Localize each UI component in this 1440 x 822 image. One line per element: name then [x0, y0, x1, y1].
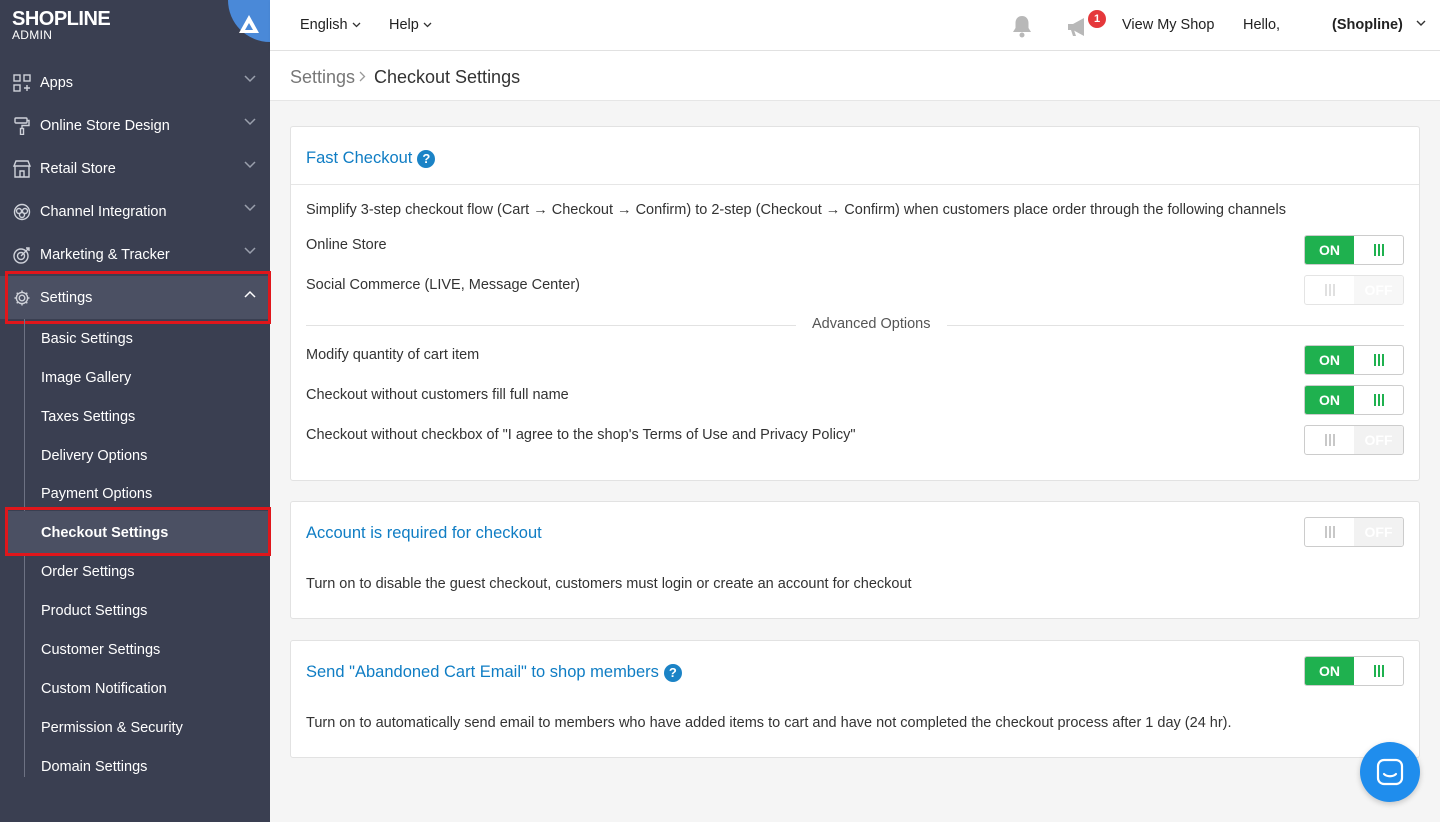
modify-quantity-toggle[interactable]: ON	[1304, 345, 1404, 375]
chevron-down-icon	[423, 22, 432, 28]
user-name[interactable]: (Shopline)	[1332, 17, 1403, 33]
card-title-text: Fast Checkout	[306, 149, 413, 167]
toggle-state: ON	[1305, 236, 1354, 264]
toggle-state: ON	[1305, 657, 1354, 685]
chat-button[interactable]	[1360, 742, 1420, 802]
toggle-grip	[1305, 518, 1354, 546]
sidebar-subitem-permission-security[interactable]: Permission & Security	[41, 708, 261, 747]
toggle-grip	[1354, 236, 1403, 264]
sidebar-item-channel-integration[interactable]: Channel Integration	[0, 190, 270, 233]
sidebar-subitem-custom-notification[interactable]: Custom Notification	[41, 669, 261, 708]
sidebar-item-marketing-tracker[interactable]: Marketing & Tracker	[0, 233, 270, 276]
channel-icon	[12, 202, 32, 222]
notification-badge: 1	[1088, 10, 1106, 28]
sidebar-subitem-order-settings[interactable]: Order Settings	[41, 552, 261, 591]
abandoned-cart-title: Send "Abandoned Cart Email" to shop memb…	[306, 663, 682, 682]
toggle-state: ON	[1305, 386, 1354, 414]
brand-logo[interactable]: SHOPLINE ADMIN	[0, 0, 270, 50]
online-store-label: Online Store	[306, 237, 387, 253]
account-required-description: Turn on to disable the guest checkout, c…	[306, 576, 912, 592]
modify-quantity-label: Modify quantity of cart item	[306, 347, 480, 363]
toggle-state: OFF	[1354, 276, 1403, 304]
brand-badge	[228, 0, 270, 42]
terms-checkbox-label: Checkout without checkbox of "I agree to…	[306, 427, 856, 443]
chevron-down-icon[interactable]	[1416, 20, 1426, 27]
fast-checkout-description: Simplify 3-step checkout flow (Cart → Ch…	[306, 202, 1286, 218]
chevron-down-icon	[244, 118, 256, 126]
sidebar-item-label: Online Store Design	[40, 117, 170, 134]
toggle-grip	[1305, 276, 1354, 304]
toggle-grip	[1305, 426, 1354, 454]
account-required-toggle[interactable]: OFF	[1304, 517, 1404, 547]
chevron-down-icon	[352, 22, 361, 28]
fast-checkout-title: Fast Checkout ?	[306, 149, 436, 168]
bell-icon[interactable]	[1011, 14, 1033, 38]
top-bar: English Help 1 View My Shop Hello, (Shop…	[270, 0, 1440, 51]
sidebar-subitem-basic-settings[interactable]: Basic Settings	[41, 319, 261, 358]
full-name-label: Checkout without customers fill full nam…	[306, 387, 569, 403]
advanced-options-label: Advanced Options	[796, 316, 947, 332]
help-dropdown[interactable]: Help	[389, 17, 432, 33]
view-my-shop-link[interactable]: View My Shop	[1122, 17, 1214, 33]
sidebar-subitem-image-gallery[interactable]: Image Gallery	[41, 358, 261, 397]
abandoned-cart-description: Turn on to automatically send email to m…	[306, 715, 1232, 731]
store-icon	[12, 159, 32, 179]
highlight-settings	[5, 271, 271, 324]
chevron-right-icon	[359, 71, 366, 82]
full-name-toggle[interactable]: ON	[1304, 385, 1404, 415]
chevron-down-icon	[244, 75, 256, 83]
advanced-options-divider: Advanced Options	[306, 316, 1404, 332]
online-store-toggle[interactable]: ON	[1304, 235, 1404, 265]
sidebar-item-label: Marketing & Tracker	[40, 246, 170, 263]
apps-icon	[12, 73, 32, 93]
brand-name: SHOPLINE	[12, 8, 111, 30]
page-title: Checkout Settings	[374, 67, 521, 87]
sidebar-subitem-domain-settings[interactable]: Domain Settings	[41, 747, 261, 786]
brand-sub: ADMIN	[12, 28, 53, 42]
card-title-text: Send "Abandoned Cart Email" to shop memb…	[306, 663, 659, 681]
chevron-down-icon	[244, 247, 256, 255]
sidebar-item-online-store-design[interactable]: Online Store Design	[0, 104, 270, 147]
sidebar: SHOPLINE ADMIN Apps Online Store Design …	[0, 0, 271, 822]
abandoned-cart-card: Send "Abandoned Cart Email" to shop memb…	[290, 640, 1420, 758]
paint-roller-icon	[12, 116, 32, 136]
chevron-down-icon	[244, 161, 256, 169]
chevron-down-icon	[244, 204, 256, 212]
highlight-checkout-settings	[5, 507, 271, 556]
target-icon	[12, 245, 32, 265]
toggle-state: OFF	[1354, 426, 1403, 454]
account-required-card: Account is required for checkout OFF Tur…	[290, 501, 1420, 619]
sidebar-item-retail-store[interactable]: Retail Store	[0, 147, 270, 190]
chat-icon	[1376, 758, 1404, 786]
toggle-grip	[1354, 386, 1403, 414]
toggle-grip	[1354, 346, 1403, 374]
toggle-grip	[1354, 657, 1403, 685]
card-divider	[291, 184, 1419, 185]
fast-checkout-card: Fast Checkout ? Simplify 3-step checkout…	[290, 126, 1420, 481]
social-commerce-toggle[interactable]: OFF	[1304, 275, 1404, 305]
breadcrumb: Settings Checkout Settings	[270, 51, 1440, 101]
sidebar-item-label: Retail Store	[40, 160, 116, 177]
sidebar-subitem-delivery-options[interactable]: Delivery Options	[41, 436, 261, 475]
toggle-state: ON	[1305, 346, 1354, 374]
language-dropdown[interactable]: English	[300, 17, 361, 33]
language-label: English	[300, 17, 348, 33]
help-icon[interactable]: ?	[417, 149, 436, 168]
sidebar-item-label: Apps	[40, 74, 74, 91]
abandoned-cart-toggle[interactable]: ON	[1304, 656, 1404, 686]
sidebar-item-label: Channel Integration	[40, 203, 167, 220]
toggle-state: OFF	[1354, 518, 1403, 546]
sidebar-subitem-taxes-settings[interactable]: Taxes Settings	[41, 397, 261, 436]
breadcrumb-root[interactable]: Settings	[290, 67, 355, 88]
help-label: Help	[389, 17, 419, 33]
social-commerce-label: Social Commerce (LIVE, Message Center)	[306, 277, 580, 293]
greeting-text: Hello,	[1243, 17, 1281, 33]
terms-checkbox-toggle[interactable]: OFF	[1304, 425, 1404, 455]
account-required-title: Account is required for checkout	[306, 524, 542, 542]
mountain-icon	[239, 15, 259, 33]
sidebar-subitem-product-settings[interactable]: Product Settings	[41, 591, 261, 630]
sidebar-subitem-customer-settings[interactable]: Customer Settings	[41, 630, 261, 669]
help-icon[interactable]: ?	[663, 663, 682, 682]
sidebar-item-apps[interactable]: Apps	[0, 61, 270, 104]
